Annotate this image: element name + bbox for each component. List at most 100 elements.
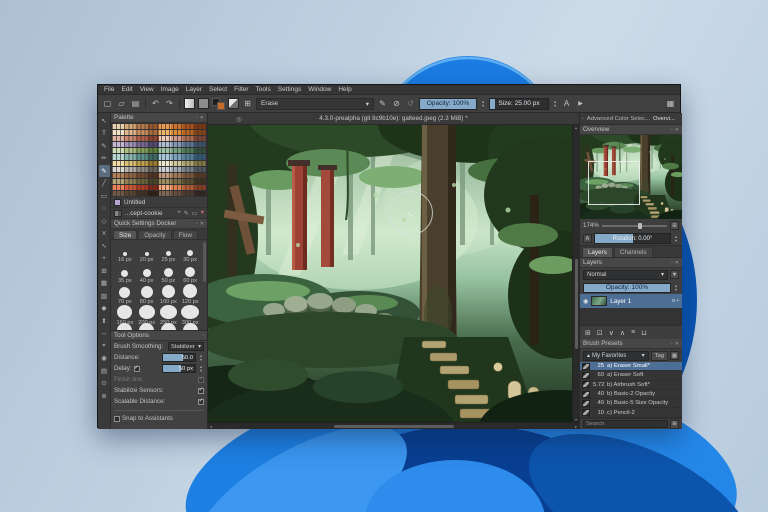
distance-spinner[interactable]: ▴▾ (198, 354, 204, 361)
calligraphy-tool-icon[interactable]: ✏ (99, 153, 110, 165)
palette-row[interactable] (112, 167, 206, 172)
palette-row[interactable] (112, 124, 206, 129)
overview-thumbnail[interactable] (580, 135, 682, 219)
zoom-tool-icon[interactable]: ⊕ (99, 390, 110, 402)
duplicate-layer-button[interactable]: ⊡ (597, 329, 603, 337)
freehand-brush-tool-icon[interactable]: ✎ (99, 165, 110, 177)
filter-layers-icon[interactable]: ▼ (670, 270, 679, 279)
brush-preset-row[interactable]: 60 a) Eraser Soft (580, 371, 682, 380)
gradient-tool-icon[interactable]: ↔ (99, 328, 110, 340)
zoom-slider-handle[interactable] (638, 223, 642, 229)
float-docker-icon[interactable]: ▫ (671, 127, 673, 133)
brush-size-option[interactable]: 50 px (158, 263, 180, 284)
menu-item[interactable]: Layer (186, 86, 202, 93)
layer-properties-button[interactable]: ≡ (631, 329, 635, 336)
open-document-button[interactable]: ▱ (116, 98, 127, 109)
rotation-slider[interactable]: Rotation: 0.00° (594, 233, 671, 244)
move-layer-up-button[interactable]: ∧ (620, 329, 625, 337)
close-docker-icon[interactable]: ✕ (200, 221, 204, 227)
save-button[interactable]: ▤ (130, 98, 141, 109)
edit-shapes-tool-icon[interactable]: ✎ (99, 140, 110, 152)
palette-row[interactable] (112, 173, 206, 178)
brush-size-option[interactable]: 30 px (179, 242, 201, 263)
pattern-chooser-button[interactable] (198, 98, 209, 109)
close-docker-icon[interactable]: ✕ (675, 260, 679, 266)
search-input[interactable] (583, 420, 668, 428)
tag-button[interactable]: Tag (651, 351, 668, 361)
move-tool-icon[interactable]: ◆ (99, 303, 110, 315)
float-docker-icon[interactable]: ▫ (202, 333, 204, 339)
close-docker-icon[interactable]: ✕ (675, 341, 679, 347)
brush-presets-popup-button[interactable]: ⊞ (242, 98, 253, 109)
pan-tool-icon[interactable]: ⊙ (99, 378, 110, 390)
palette-color-grid[interactable] (111, 123, 207, 197)
blend-mode-dropdown[interactable]: Normal ▾ (583, 270, 668, 280)
menu-item[interactable]: Edit (121, 86, 132, 93)
distance-slider[interactable]: 50.0 (162, 353, 196, 362)
layer-opacity-slider[interactable]: Opacity: 100% (583, 283, 671, 293)
redo-button[interactable]: ↷ (164, 98, 175, 109)
menu-item[interactable]: Select (209, 86, 227, 93)
brush-size-option[interactable]: 100 px (158, 284, 180, 305)
opacity-spinner[interactable]: ▴▾ (480, 100, 486, 107)
scrollbar-thumb[interactable] (334, 425, 454, 428)
foreground-background-color-swatch[interactable] (212, 98, 225, 110)
menu-item[interactable]: Filter (234, 86, 248, 93)
brush-preset-row[interactable]: 40 b) Basic-2 Opacity (580, 390, 682, 399)
layers-list-empty-area[interactable] (580, 308, 682, 325)
scroll-right-icon[interactable]: ▸ (575, 424, 577, 429)
menu-item[interactable]: View (140, 86, 154, 93)
text-tool-icon[interactable]: T (99, 128, 110, 140)
freehand-path-tool-icon[interactable]: + (99, 253, 110, 265)
vertical-scrollbar[interactable]: ▴ ▾ (572, 125, 579, 422)
overview-view-rectangle[interactable] (588, 161, 640, 205)
menu-item[interactable]: Settings (278, 86, 302, 93)
display-settings-icon[interactable]: ▦ (670, 351, 679, 360)
scalable-distance-checkbox[interactable]: ✓ (198, 399, 204, 405)
delay-checkbox[interactable]: ✓ (134, 366, 140, 372)
float-docker-icon[interactable]: ▫ (671, 260, 673, 266)
palette-row[interactable] (112, 136, 206, 141)
palette-entry-untitled[interactable]: Untitled (111, 197, 207, 208)
close-docker-icon[interactable]: ✕ (675, 127, 679, 133)
size-grid-scrollbar[interactable] (203, 242, 206, 282)
palette-row[interactable] (112, 154, 206, 159)
scroll-up-icon[interactable]: ▴ (575, 125, 577, 130)
delete-layer-button[interactable]: ⊔ (641, 329, 646, 337)
eraser-mode-button[interactable]: ⊘ (391, 98, 402, 109)
edit-brush-icon[interactable]: ✎ (377, 98, 388, 109)
mirror-horizontal-button[interactable]: A (561, 98, 572, 109)
menu-item[interactable]: Tools (256, 86, 271, 93)
delay-spinner[interactable]: ▴▾ (198, 365, 204, 372)
fill-tool-icon[interactable]: ⬆ (99, 315, 110, 327)
brush-preset-row[interactable]: 25 a) Eraser Small* (580, 362, 682, 371)
size-spinner[interactable]: ▴▾ (552, 100, 558, 107)
tab-opacity[interactable]: Opacity (138, 230, 171, 239)
docker-box-icon[interactable]: ▫ (582, 116, 584, 122)
workspace-chooser-button[interactable]: ▦ (665, 98, 676, 109)
gradient-chooser-button[interactable] (184, 98, 195, 109)
snap-to-assistants-checkbox[interactable] (114, 416, 120, 422)
rectangle-tool-icon[interactable]: ▭ (99, 190, 110, 202)
multibrush-tool-icon[interactable]: ▦ (99, 278, 110, 290)
add-layer-button[interactable]: ⊞ (585, 329, 591, 337)
tab-flow[interactable]: Flow (173, 230, 198, 239)
add-palette-icon[interactable]: + (177, 210, 181, 216)
lock-layer-icon[interactable]: ▪ (677, 298, 679, 304)
undo-button[interactable]: ↶ (150, 98, 161, 109)
close-docker-icon[interactable]: ✕ (200, 115, 204, 121)
tab-channels[interactable]: Channels (614, 247, 653, 257)
palette-entry-cookie[interactable]: ...cept-cookie + ✎ ▭ ♥ (111, 208, 207, 219)
menu-item[interactable]: File (104, 86, 114, 93)
brush-smoothing-dropdown[interactable]: Stabilizer ▾ (168, 342, 204, 351)
reload-preset-button[interactable]: ↺ (405, 98, 416, 109)
brush-size-option[interactable]: 40 px (136, 263, 158, 284)
edit-brush-settings-button[interactable] (228, 98, 239, 109)
canvas-viewport[interactable] (208, 125, 572, 422)
edit-palette-icon[interactable]: ✎ (184, 210, 189, 217)
float-docker-icon[interactable]: ▫ (196, 221, 198, 227)
palette-row[interactable] (112, 142, 206, 147)
palette-row[interactable] (112, 185, 206, 190)
preset-filter-dropdown[interactable]: ▴ My Favorites ▾ (583, 351, 649, 361)
zoom-slider[interactable] (602, 225, 667, 227)
